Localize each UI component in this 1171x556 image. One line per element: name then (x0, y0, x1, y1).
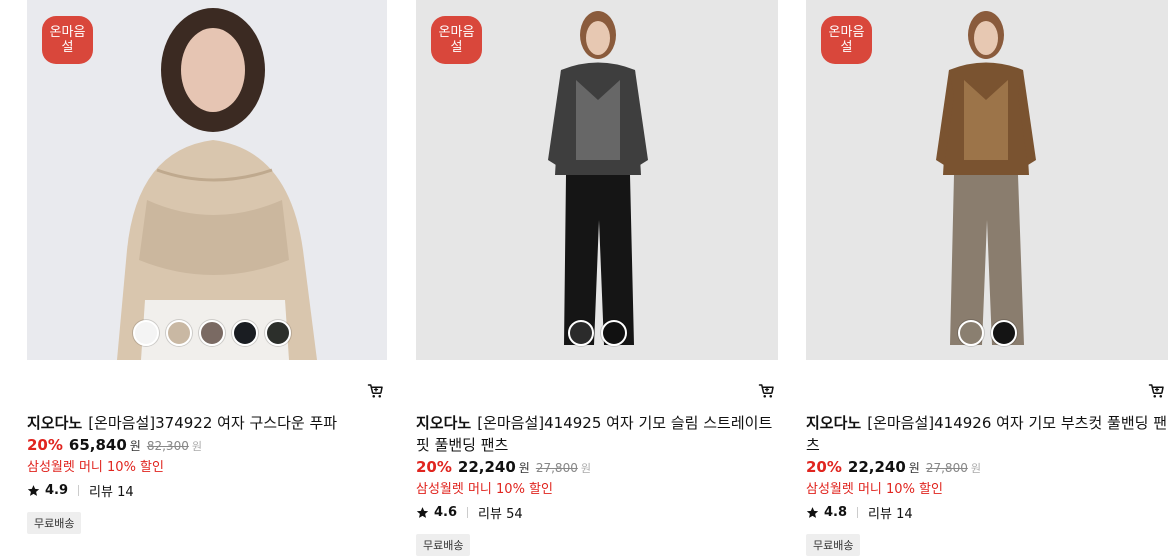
rating-row: 4.6 리뷰 54 (416, 503, 778, 522)
color-swatch[interactable] (133, 320, 159, 346)
star-icon (27, 485, 40, 496)
badge-line-2: 설 (450, 40, 463, 55)
rating-row: 4.9 리뷰 14 (27, 481, 387, 500)
divider (78, 485, 80, 496)
free-shipping-tag: 무료배송 (416, 534, 471, 556)
payment-promo: 삼성월렛 머니 10% 할인 (27, 460, 164, 475)
star-icon (416, 507, 429, 518)
brand-name: 지오다노 (416, 414, 472, 432)
rating-score: 4.6 (434, 505, 458, 520)
product-card[interactable]: 온마음 설 지오다노 [온마음설]414925 여자 기모 슬림 스트레이트 핏 … (416, 0, 778, 556)
promo-badge: 온마음 설 (42, 16, 93, 64)
promo-badge: 온마음 설 (821, 16, 872, 64)
color-swatches (568, 320, 627, 346)
free-shipping-tag: 무료배송 (806, 534, 861, 556)
discount-rate: 20% (416, 458, 452, 476)
currency-unit: 원 (908, 461, 920, 475)
free-shipping-tag: 무료배송 (27, 512, 82, 534)
discount-rate: 20% (806, 458, 842, 476)
rating-score: 4.8 (824, 505, 848, 520)
product-title[interactable]: 지오다노 [온마음설]374922 여자 구스다운 푸파 (27, 412, 387, 434)
cart-icon[interactable] (758, 382, 776, 400)
sale-price: 22,240 (457, 458, 516, 476)
star-icon (806, 507, 819, 518)
divider (857, 507, 859, 518)
color-swatch[interactable] (265, 320, 291, 346)
currency-unit: 원 (191, 440, 202, 453)
discount-rate: 20% (27, 436, 63, 454)
price-row: 20% 22,240 원 27,800 원 (416, 458, 778, 476)
badge-line-2: 설 (840, 40, 853, 55)
product-title[interactable]: 지오다노 [온마음설]414925 여자 기모 슬림 스트레이트 핏 풀밴딩 팬츠 (416, 412, 778, 456)
color-swatch[interactable] (232, 320, 258, 346)
currency-unit: 원 (129, 439, 141, 453)
color-swatch[interactable] (568, 320, 594, 346)
color-swatch[interactable] (991, 320, 1017, 346)
price-row: 20% 65,840 원 82,300 원 (27, 436, 387, 454)
color-swatch[interactable] (166, 320, 192, 346)
badge-line-1: 온마음 (828, 25, 865, 40)
product-image[interactable]: 온마음 설 (27, 0, 387, 360)
currency-unit: 원 (580, 462, 591, 475)
badge-line-1: 온마음 (438, 25, 475, 40)
rating-row: 4.8 리뷰 14 (806, 503, 1168, 522)
price-row: 20% 22,240 원 27,800 원 (806, 458, 1168, 476)
color-swatch[interactable] (601, 320, 627, 346)
cart-icon[interactable] (1148, 382, 1166, 400)
promo-badge: 온마음 설 (431, 16, 482, 64)
color-swatches (133, 320, 291, 346)
payment-promo: 삼성월렛 머니 10% 할인 (416, 482, 553, 497)
currency-unit: 원 (518, 461, 530, 475)
color-swatches (958, 320, 1017, 346)
badge-line-1: 온마음 (49, 25, 86, 40)
rating-score: 4.9 (45, 483, 69, 498)
product-title[interactable]: 지오다노 [온마음설]414926 여자 기모 부츠컷 풀밴딩 팬츠 (806, 412, 1168, 456)
color-swatch[interactable] (199, 320, 225, 346)
review-count[interactable]: 리뷰 14 (89, 481, 134, 500)
review-count[interactable]: 리뷰 14 (868, 503, 913, 522)
cart-icon[interactable] (367, 382, 385, 400)
color-swatch[interactable] (958, 320, 984, 346)
sale-price: 65,840 (68, 436, 127, 454)
payment-promo: 삼성월렛 머니 10% 할인 (806, 482, 943, 497)
divider (467, 507, 469, 518)
original-price: 27,800 (535, 461, 578, 475)
product-name: [온마음설]374922 여자 구스다운 푸파 (88, 414, 338, 432)
product-card[interactable]: 온마음 설 지오다노 [온마음설]414926 여자 기모 부츠컷 풀밴딩 팬츠 … (806, 0, 1168, 556)
product-image[interactable]: 온마음 설 (806, 0, 1168, 360)
original-price: 82,300 (146, 439, 189, 453)
original-price: 27,800 (925, 461, 968, 475)
currency-unit: 원 (970, 462, 981, 475)
brand-name: 지오다노 (806, 414, 862, 432)
product-image[interactable]: 온마음 설 (416, 0, 778, 360)
product-card[interactable]: 온마음 설 지오다노 [온마음설]374922 여자 구스다운 푸파 20% 65… (27, 0, 387, 534)
sale-price: 22,240 (847, 458, 906, 476)
review-count[interactable]: 리뷰 54 (478, 503, 523, 522)
brand-name: 지오다노 (27, 414, 83, 432)
badge-line-2: 설 (61, 40, 74, 55)
